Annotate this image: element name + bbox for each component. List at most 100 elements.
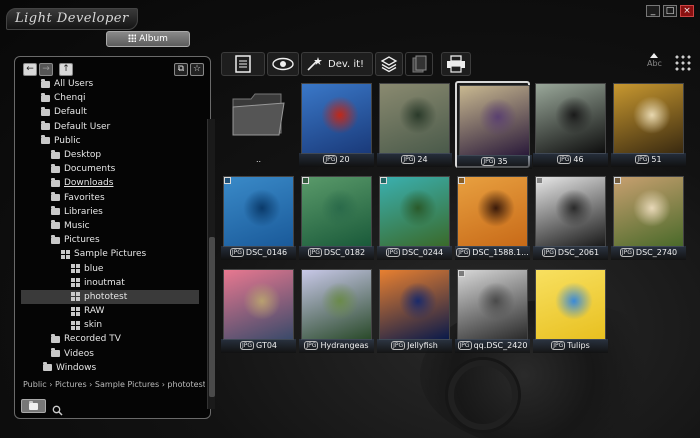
photo-image [223,176,294,247]
maximize-button[interactable]: □ [663,5,677,17]
new-folder-button[interactable]: ⧉ [174,63,188,76]
raw-badge-icon [458,177,465,184]
tree-item[interactable]: Documents [21,162,199,176]
photo-thumbnail[interactable]: JPG Jellyfish [377,267,452,354]
photo-thumbnail[interactable]: JPG DSC_0146 [221,174,296,261]
tree-item[interactable]: Sample Pictures [21,247,199,261]
thumbnail-name: DSC_1588.1... [472,248,529,257]
back-button[interactable]: ← [23,63,37,76]
thumbnail-name: DSC_0182 [323,248,366,257]
tree-item-label: inoutmat [84,277,125,288]
app-window: Light Developer _ □ × Album ← → ↑ ⧉ ☆ Al… [0,0,700,438]
batch-button[interactable] [375,52,403,76]
tree-item-label: Videos [64,348,94,359]
photo-thumbnail[interactable]: JPG GT04 [221,267,296,354]
photo-image [457,269,528,340]
breadcrumb: Public › Pictures › Sample Pictures › ph… [23,380,205,389]
thumbnail-label: JPG 51 [611,153,686,167]
photo-thumbnail[interactable]: JPG 35 [455,81,532,169]
jpg-icon: JPG [481,157,496,166]
folder-icon [41,106,50,116]
forward-button[interactable]: → [39,63,53,76]
main-toolbar: Dev. it! [221,52,471,76]
thumbnail-label: JPG 35 [457,155,532,169]
jpg-icon: JPG [401,155,416,164]
tree-item-label: Windows [56,362,97,373]
thumbnail-name: 20 [339,155,350,164]
tab-album[interactable]: Album [106,31,190,47]
app-logo: Light Developer [6,8,138,30]
photo-thumbnail[interactable]: JPG DSC_0182 [299,174,374,261]
scrollbar-thumb[interactable] [209,237,215,397]
photo-thumbnail[interactable]: JPG Hydrangeas [299,267,374,354]
tree-item[interactable]: Recorded TV [21,332,199,346]
tree-item[interactable]: Default User [21,120,199,134]
folder-view-button[interactable] [21,399,46,413]
tree-item-label: Recorded TV [64,334,121,345]
tree-item[interactable]: blue [21,261,199,275]
tree-scrollbar[interactable] [207,119,215,409]
tree-item[interactable]: Default [21,105,199,119]
grid-icon [71,278,80,288]
tree-item[interactable]: Windows [21,361,199,375]
photo-thumbnail[interactable]: JPG DSC_2061 [533,174,608,261]
magic-wand-icon [307,57,322,71]
tree-item[interactable]: Favorites [21,191,199,205]
jpg-icon: JPG [304,341,319,350]
photo-image [379,269,450,340]
document-list-icon [235,55,251,73]
tree-item[interactable]: Libraries [21,205,199,219]
panel-action-buttons: ⧉ ☆ [174,63,204,76]
parent-folder-item[interactable]: .. [221,81,296,168]
grid-icon [71,320,80,330]
tree-item[interactable]: Public [21,134,199,148]
photo-thumbnail[interactable]: JPG 20 [299,81,374,168]
thumbnail-name: DSC_0244 [401,248,444,257]
favorite-button[interactable]: ☆ [190,63,204,76]
print-button[interactable] [441,52,471,76]
photo-thumbnail[interactable]: JPG DSC_0244 [377,174,452,261]
photo-thumbnail[interactable]: JPG DSC_2740 [611,174,686,261]
search-button[interactable] [52,401,63,416]
arrow-right-icon: → [42,64,50,74]
jpg-icon: JPG [307,248,322,257]
photo-thumbnail[interactable]: JPG Tulips [533,267,608,354]
grid-icon [128,34,137,42]
photo-thumbnail[interactable]: JPG 24 [377,81,452,168]
tree-item[interactable]: Downloads [21,176,199,190]
thumbnail-name: DSC_2740 [635,248,678,257]
folder-icon [51,177,60,187]
photo-image [379,176,450,247]
tree-item[interactable]: phototest [21,289,199,304]
grid-view-button[interactable] [674,54,692,72]
tree-item[interactable]: Music [21,219,199,233]
photo-thumbnail[interactable]: JPG DSC_1588.1... [455,174,530,261]
printer-icon [447,55,465,73]
close-button[interactable]: × [680,5,694,17]
minimize-button[interactable]: _ [646,5,660,17]
tree-item-label: blue [84,263,104,274]
folder-icon [51,220,60,230]
sort-button[interactable]: Abc [647,53,662,68]
photo-thumbnail[interactable]: JPG 46 [533,81,608,168]
tree-item[interactable]: Desktop [21,148,199,162]
tree-item[interactable]: skin [21,318,199,332]
tree-item[interactable]: Pictures [21,233,199,247]
photo-thumbnail[interactable]: JPG qq.DSC_2420 [455,267,530,354]
tree-item[interactable]: Videos [21,347,199,361]
up-folder-button[interactable]: ↑ [59,63,73,76]
stack-button[interactable] [405,52,433,76]
photo-image [535,176,606,247]
list-view-button[interactable] [221,52,265,76]
tree-item[interactable]: All Users [21,77,199,91]
tree-item-label: Favorites [64,192,105,203]
photo-thumbnail[interactable]: JPG 51 [611,81,686,168]
folder-icon [51,163,60,173]
tree-item[interactable]: RAW [21,304,199,318]
tree-item[interactable]: Chenqi [21,91,199,105]
tree-item-label: All Users [54,79,94,90]
grid-icon [71,306,80,316]
develop-button[interactable]: Dev. it! [301,52,373,76]
preview-button[interactable] [267,52,299,76]
tree-item[interactable]: inoutmat [21,276,199,290]
